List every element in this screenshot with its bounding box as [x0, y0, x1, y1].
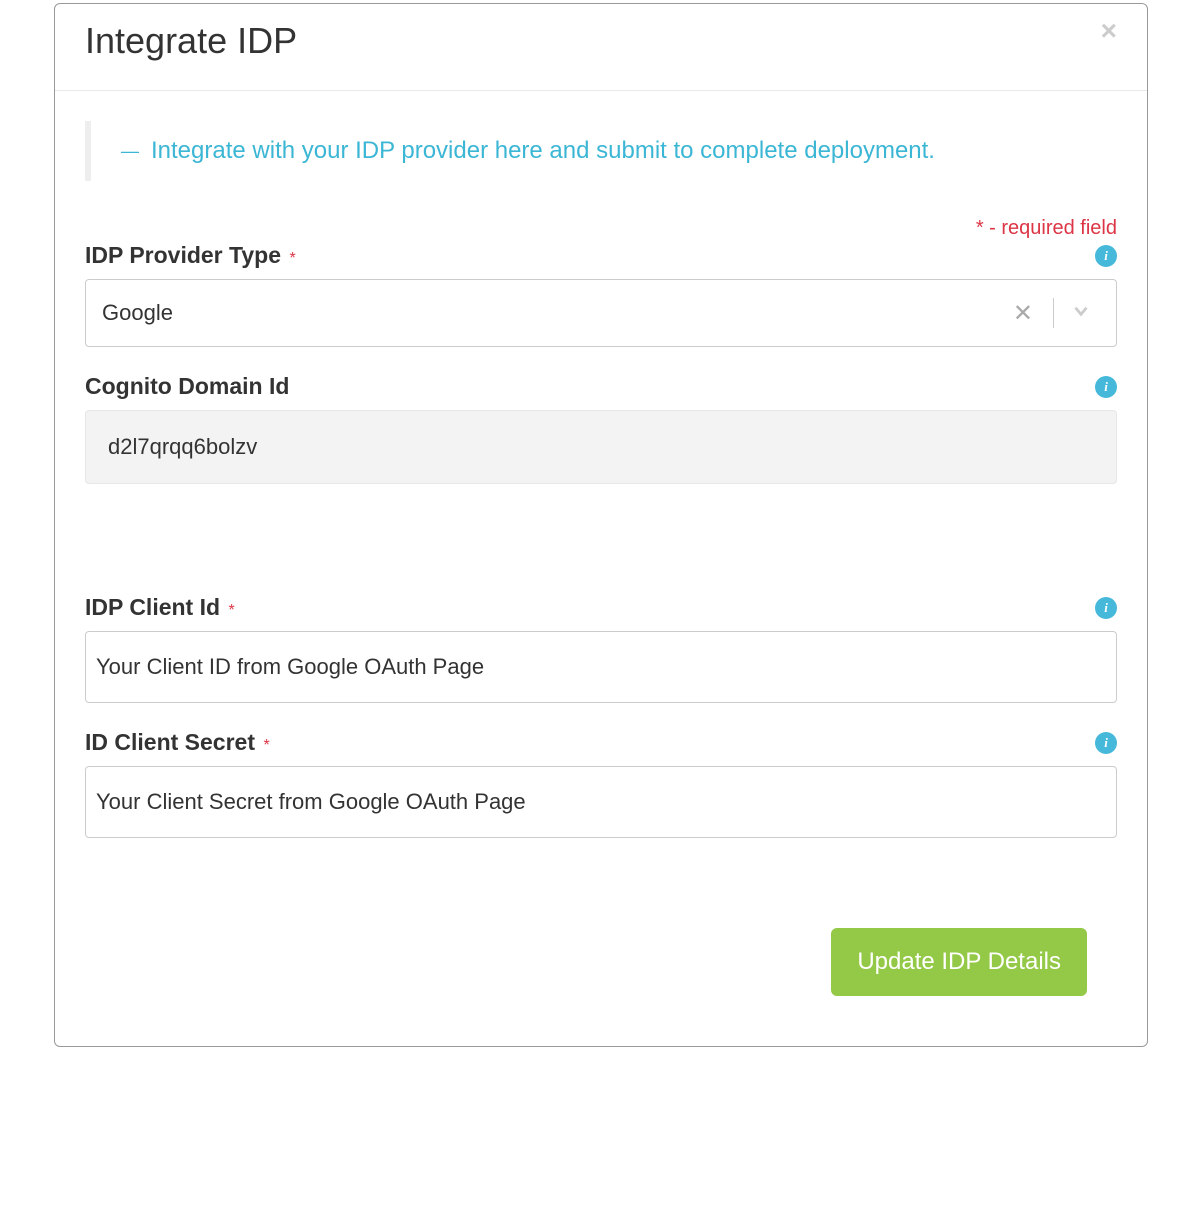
modal-footer: Update IDP Details — [85, 898, 1117, 1026]
info-icon[interactable]: i — [1095, 597, 1117, 619]
client-secret-label: ID Client Secret — [85, 729, 255, 755]
info-banner-text: Integrate with your IDP provider here an… — [151, 137, 935, 165]
label-row: ID Client Secret * i — [85, 729, 1117, 756]
chevron-down-icon[interactable] — [1062, 300, 1100, 327]
provider-type-label: IDP Provider Type — [85, 242, 281, 268]
client-id-label: IDP Client Id — [85, 594, 220, 620]
modal-title: Integrate IDP — [85, 20, 297, 62]
select-divider — [1053, 298, 1054, 328]
form-group-client-id: IDP Client Id * i — [85, 594, 1117, 703]
info-banner: — Integrate with your IDP provider here … — [85, 121, 1117, 181]
required-star: * — [289, 250, 295, 267]
provider-type-select[interactable]: Google ✕ — [85, 279, 1117, 347]
client-secret-input[interactable] — [85, 766, 1117, 838]
form-group-cognito-domain: Cognito Domain Id i d2l7qrqq6bolzv — [85, 373, 1117, 484]
form-group-client-secret: ID Client Secret * i — [85, 729, 1117, 838]
modal-header: Integrate IDP × — [55, 4, 1147, 91]
clear-icon[interactable]: ✕ — [1001, 299, 1045, 328]
required-star: * — [229, 602, 235, 619]
info-banner-content: — Integrate with your IDP provider here … — [121, 137, 1117, 165]
integrate-idp-modal: Integrate IDP × — Integrate with your ID… — [54, 3, 1148, 1047]
info-icon[interactable]: i — [1095, 245, 1117, 267]
info-icon[interactable]: i — [1095, 376, 1117, 398]
required-star: * — [263, 737, 269, 754]
label-row: Cognito Domain Id i — [85, 373, 1117, 400]
client-id-input[interactable] — [85, 631, 1117, 703]
info-icon[interactable]: i — [1095, 732, 1117, 754]
label-row: IDP Client Id * i — [85, 594, 1117, 621]
form-group-provider-type: IDP Provider Type * i Google ✕ — [85, 242, 1117, 347]
provider-type-value: Google — [102, 300, 1001, 326]
close-icon[interactable]: × — [1101, 17, 1117, 45]
label-row: IDP Provider Type * i — [85, 242, 1117, 269]
cognito-domain-value: d2l7qrqq6bolzv — [85, 410, 1117, 484]
cognito-domain-label: Cognito Domain Id — [85, 373, 289, 400]
modal-body: — Integrate with your IDP provider here … — [55, 91, 1147, 1046]
dash-icon: — — [121, 141, 139, 162]
required-field-note: * - required field — [85, 217, 1117, 240]
update-idp-details-button[interactable]: Update IDP Details — [831, 928, 1087, 996]
